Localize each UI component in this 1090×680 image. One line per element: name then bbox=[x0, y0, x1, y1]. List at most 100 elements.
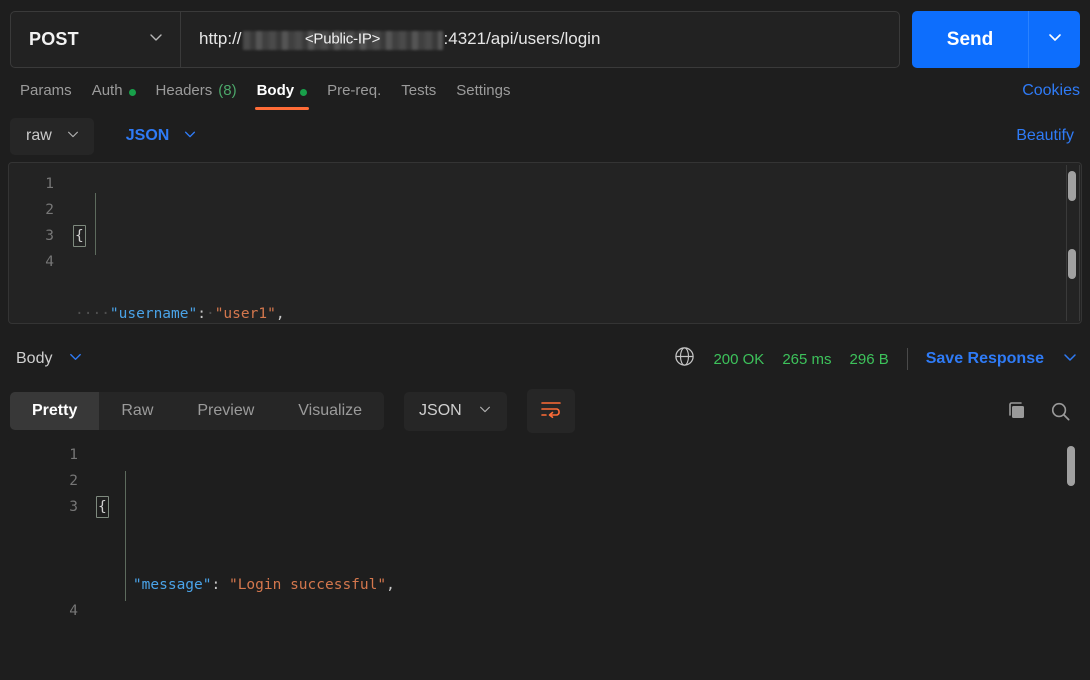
tab-label: Pre-req. bbox=[327, 82, 382, 99]
line-number: 1 bbox=[45, 176, 54, 192]
chevron-down-icon bbox=[1047, 29, 1063, 50]
copy-icon[interactable] bbox=[1005, 399, 1029, 423]
json-value: "user1" bbox=[214, 306, 276, 322]
tab-params[interactable]: Params bbox=[10, 68, 82, 110]
tab-label: Body bbox=[256, 82, 295, 99]
json-key: "username" bbox=[109, 306, 198, 322]
tab-settings[interactable]: Settings bbox=[446, 68, 520, 110]
tab-label: Headers bbox=[155, 82, 213, 99]
body-mode-selector[interactable]: raw bbox=[10, 117, 94, 155]
chevron-down-icon bbox=[148, 29, 164, 50]
tab-headers[interactable]: Headers (8) bbox=[146, 68, 247, 110]
body-mode-label: raw bbox=[26, 127, 52, 144]
colon: : bbox=[197, 306, 206, 322]
line-number: 2 bbox=[69, 473, 78, 489]
tab-body[interactable]: Body bbox=[247, 68, 318, 110]
http-method-label: POST bbox=[29, 29, 79, 49]
search-icon[interactable] bbox=[1049, 400, 1072, 423]
scrollbar-thumb-top[interactable] bbox=[1068, 171, 1076, 201]
chevron-down-icon bbox=[66, 127, 80, 146]
line-number: 2 bbox=[45, 202, 54, 218]
space-dot: · bbox=[205, 306, 215, 322]
send-group: Send bbox=[912, 11, 1080, 68]
fold-guide-line bbox=[95, 193, 96, 255]
body-mode-bar: raw JSON Beautify bbox=[0, 110, 1090, 162]
request-code-lines: { ····"username":·"user1", ····"password… bbox=[67, 171, 1081, 323]
url-suffix: :4321/api/users/login bbox=[443, 29, 601, 49]
request-code: 1 2 3 4 { ····"username":·"user1", ····"… bbox=[9, 163, 1081, 323]
response-section-selector[interactable]: Body bbox=[10, 345, 89, 373]
request-body-editor[interactable]: 1 2 3 4 { ····"username":·"user1", ····"… bbox=[8, 162, 1082, 324]
response-size: 296 B bbox=[849, 350, 889, 368]
open-brace: { bbox=[73, 225, 86, 247]
divider bbox=[906, 348, 908, 370]
line-number: 3 bbox=[45, 228, 54, 244]
response-header-bar: Body 200 OK 265 ms 296 B Save Response bbox=[0, 334, 1090, 384]
tab-tests[interactable]: Tests bbox=[391, 68, 446, 110]
chevron-down-icon[interactable] bbox=[1062, 349, 1078, 370]
request-line-numbers: 1 2 3 4 bbox=[9, 171, 67, 323]
tab-label: Params bbox=[20, 82, 72, 99]
json-key: "message" bbox=[132, 577, 212, 593]
line-number-spacer bbox=[8, 520, 78, 598]
fold-guide-line bbox=[125, 471, 126, 601]
url-prefix: http:// bbox=[199, 29, 242, 49]
globe-icon bbox=[674, 346, 695, 372]
word-wrap-button[interactable] bbox=[526, 389, 575, 433]
tab-label: Tests bbox=[401, 82, 437, 99]
line-number: 3 bbox=[69, 499, 78, 515]
word-wrap-icon bbox=[540, 399, 562, 424]
code-line: "message": "Login successful", bbox=[98, 572, 1082, 598]
response-body-viewer[interactable]: 1 2 3 4 { "message": "Login successful",… bbox=[8, 438, 1082, 616]
response-section-label: Body bbox=[16, 350, 53, 367]
tab-visualize[interactable]: Visualize bbox=[276, 392, 384, 430]
response-format-label: JSON bbox=[419, 402, 462, 419]
tab-auth[interactable]: Auth bbox=[82, 68, 146, 110]
request-tab-bar: Params Auth Headers (8) Body Pre-req. Te… bbox=[0, 68, 1090, 110]
indent-dots: ···· bbox=[75, 306, 110, 322]
scrollbar-thumb[interactable] bbox=[1067, 446, 1075, 486]
send-options-button[interactable] bbox=[1028, 11, 1080, 68]
redacted-ip-wrapper: <Public-IP> bbox=[242, 29, 444, 50]
response-format-selector[interactable]: JSON bbox=[404, 391, 507, 431]
tab-label: Auth bbox=[91, 82, 123, 99]
tab-pretty[interactable]: Pretty bbox=[10, 392, 100, 430]
line-number: 4 bbox=[69, 603, 78, 616]
scrollbar-thumb-bottom[interactable] bbox=[1068, 249, 1076, 279]
url-input[interactable]: http:// <Public-IP>:4321/api/users/login bbox=[180, 11, 900, 68]
code-line: { bbox=[96, 494, 1082, 520]
tab-label: Settings bbox=[456, 82, 511, 99]
send-button[interactable]: Send bbox=[912, 11, 1028, 68]
response-code: 1 2 3 4 { "message": "Login successful",… bbox=[8, 438, 1082, 616]
http-method-selector[interactable]: POST bbox=[10, 11, 180, 68]
response-scrollbar[interactable] bbox=[1065, 442, 1077, 612]
status-dot-icon bbox=[300, 89, 308, 96]
cookies-link[interactable]: Cookies bbox=[1022, 82, 1080, 110]
chevron-down-icon bbox=[68, 349, 83, 369]
comma: , bbox=[275, 306, 285, 322]
response-view-tabs: Pretty Raw Preview Visualize bbox=[10, 392, 385, 430]
response-toolbar: Pretty Raw Preview Visualize JSON bbox=[0, 384, 1090, 438]
tab-prerequest[interactable]: Pre-req. bbox=[317, 68, 391, 110]
url-text: http:// <Public-IP>:4321/api/users/login bbox=[199, 29, 601, 50]
line-number: 4 bbox=[45, 254, 54, 270]
tab-preview[interactable]: Preview bbox=[175, 392, 276, 430]
chevron-down-icon bbox=[183, 127, 197, 146]
request-scrollbar[interactable] bbox=[1066, 167, 1078, 319]
colon: : bbox=[211, 577, 229, 593]
open-brace: { bbox=[96, 496, 109, 518]
request-url-bar: POST http:// <Public-IP>:4321/api/users/l… bbox=[0, 0, 1090, 68]
response-status: 200 OK bbox=[713, 350, 765, 368]
response-actions bbox=[1005, 399, 1078, 423]
save-response-button[interactable]: Save Response bbox=[926, 350, 1044, 368]
beautify-button[interactable]: Beautify bbox=[1016, 127, 1080, 145]
response-line-numbers: 1 2 3 4 bbox=[8, 442, 96, 616]
body-format-selector[interactable]: JSON bbox=[114, 118, 210, 155]
response-meta: 200 OK 265 ms 296 B Save Response bbox=[674, 346, 1078, 372]
comma: , bbox=[386, 577, 395, 593]
json-value: "Login successful" bbox=[228, 577, 387, 593]
response-code-lines: { "message": "Login successful", "token"… bbox=[96, 442, 1082, 616]
tab-raw[interactable]: Raw bbox=[99, 392, 175, 430]
body-format-label: JSON bbox=[125, 127, 170, 144]
status-dot-icon bbox=[128, 89, 136, 96]
